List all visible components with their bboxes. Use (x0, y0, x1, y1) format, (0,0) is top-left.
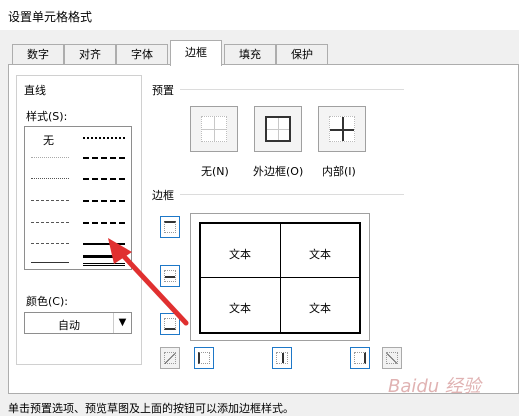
watermark: Baidu 经验 (388, 376, 481, 397)
tab-border[interactable]: 边框 (170, 40, 222, 66)
annotation-arrow (108, 238, 189, 326)
